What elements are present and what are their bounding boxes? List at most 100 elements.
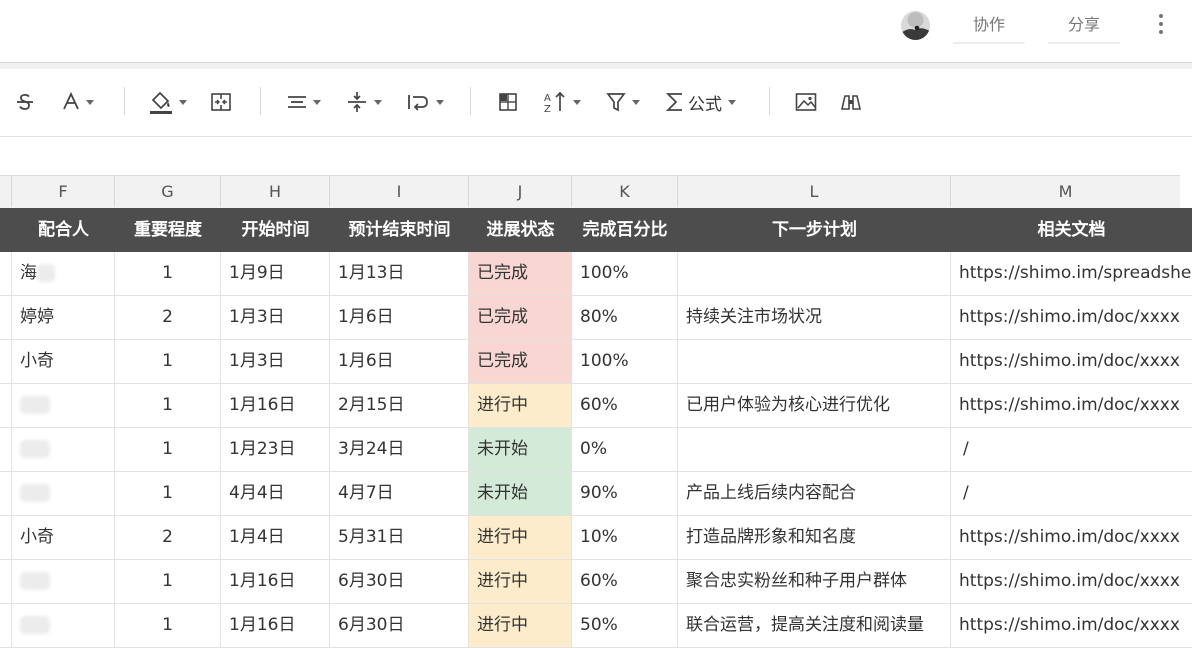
cell-person[interactable]: 小奇 [12, 516, 115, 559]
column-header[interactable]: M [951, 176, 1180, 207]
cell-doc-link[interactable]: https://shimo.im/doc/xxxx [951, 340, 1192, 383]
image-icon[interactable] [795, 89, 817, 115]
avatar[interactable] [901, 11, 930, 40]
cell-start-date[interactable]: 1月3日 [221, 296, 330, 339]
cell-start-date[interactable]: 1月23日 [221, 428, 330, 471]
cell-importance[interactable]: 1 [115, 340, 221, 383]
cell-end-date[interactable]: 6月30日 [330, 560, 469, 603]
cell-doc-link[interactable]: https://shimo.im/doc/xxxx [951, 296, 1192, 339]
cell-importance[interactable]: 2 [115, 516, 221, 559]
cell-status[interactable]: 未开始 [469, 472, 572, 515]
cell-end-date[interactable]: 4月7日 [330, 472, 469, 515]
fill-color-icon[interactable] [149, 89, 187, 115]
cell-person[interactable] [12, 604, 115, 647]
cell-doc-link[interactable]: https://shimo.im/doc/xxxx [951, 604, 1192, 647]
title-cell[interactable]: 配合人 [12, 208, 115, 252]
column-header[interactable]: K [572, 176, 678, 207]
cell-end-date[interactable]: 1月6日 [330, 296, 469, 339]
cell-person[interactable] [12, 428, 115, 471]
cell-percent[interactable]: 100% [572, 340, 678, 383]
cell-person[interactable] [12, 384, 115, 427]
cell-next-plan[interactable]: 持续关注市场状况 [678, 296, 951, 339]
cell-person[interactable]: 婷婷 [12, 296, 115, 339]
text-color-icon[interactable] [62, 89, 94, 115]
share-button[interactable]: 分享 [1048, 10, 1120, 44]
cell-percent[interactable]: 60% [572, 560, 678, 603]
cell-status[interactable]: 未开始 [469, 428, 572, 471]
cell-person[interactable]: 海 [12, 252, 115, 295]
column-header[interactable]: I [330, 176, 469, 207]
cell-percent[interactable]: 80% [572, 296, 678, 339]
cell-percent[interactable]: 50% [572, 604, 678, 647]
formula-button[interactable]: 公式 [666, 89, 736, 115]
binoculars-icon[interactable] [840, 89, 862, 115]
cell-start-date[interactable]: 1月16日 [221, 604, 330, 647]
cell-status[interactable]: 已完成 [469, 296, 572, 339]
column-header[interactable]: J [469, 176, 572, 207]
cell-end-date[interactable]: 2月15日 [330, 384, 469, 427]
cell-start-date[interactable]: 1月3日 [221, 340, 330, 383]
cell-end-date[interactable]: 6月30日 [330, 604, 469, 647]
cell-importance[interactable]: 1 [115, 472, 221, 515]
column-header[interactable]: G [115, 176, 221, 207]
title-cell[interactable]: 相关文档 [951, 208, 1192, 252]
title-cell[interactable]: 开始时间 [221, 208, 330, 252]
cell-end-date[interactable]: 1月6日 [330, 340, 469, 383]
formula-bar[interactable] [0, 137, 1192, 175]
title-cell[interactable]: 下一步计划 [678, 208, 951, 252]
cell-status[interactable]: 已完成 [469, 340, 572, 383]
cell-person[interactable]: 小奇 [12, 340, 115, 383]
cell-end-date[interactable]: 3月24日 [330, 428, 469, 471]
cell-percent[interactable]: 60% [572, 384, 678, 427]
cell-next-plan[interactable]: 已用户体验为核心进行优化 [678, 384, 951, 427]
cell-end-date[interactable]: 5月31日 [330, 516, 469, 559]
cell-doc-link[interactable]: https://shimo.im/spreadsheets/ [951, 252, 1192, 295]
cell-importance[interactable]: 1 [115, 384, 221, 427]
cell-start-date[interactable]: 4月4日 [221, 472, 330, 515]
align-center-icon[interactable] [287, 89, 321, 115]
column-header[interactable]: L [678, 176, 951, 207]
cell-next-plan[interactable] [678, 340, 951, 383]
cell-next-plan[interactable] [678, 252, 951, 295]
cell-next-plan[interactable]: 联合运营，提高关注度和阅读量 [678, 604, 951, 647]
cell-status[interactable]: 进行中 [469, 384, 572, 427]
cell-importance[interactable]: 1 [115, 252, 221, 295]
cell-start-date[interactable]: 1月16日 [221, 384, 330, 427]
title-cell[interactable]: 重要程度 [115, 208, 221, 252]
title-cell[interactable]: 完成百分比 [572, 208, 678, 252]
cell-end-date[interactable]: 1月13日 [330, 252, 469, 295]
vertical-align-icon[interactable] [346, 89, 382, 115]
cell-person[interactable] [12, 472, 115, 515]
cell-percent[interactable]: 100% [572, 252, 678, 295]
merge-cells-icon[interactable] [210, 89, 232, 115]
cell-importance[interactable]: 1 [115, 604, 221, 647]
cell-next-plan[interactable]: 产品上线后续内容配合 [678, 472, 951, 515]
cell-importance[interactable]: 1 [115, 560, 221, 603]
cell-status[interactable]: 进行中 [469, 560, 572, 603]
cell-doc-link[interactable]: https://shimo.im/doc/xxxx [951, 560, 1192, 603]
cell-percent[interactable]: 0% [572, 428, 678, 471]
cell-status[interactable]: 进行中 [469, 516, 572, 559]
column-header[interactable]: F [12, 176, 115, 207]
cell-start-date[interactable]: 1月16日 [221, 560, 330, 603]
cell-importance[interactable]: 1 [115, 428, 221, 471]
cell-doc-link[interactable]: https://shimo.im/doc/xxxx [951, 384, 1192, 427]
cell-percent[interactable]: 90% [572, 472, 678, 515]
cell-next-plan[interactable]: 打造品牌形象和知名度 [678, 516, 951, 559]
cell-percent[interactable]: 10% [572, 516, 678, 559]
title-cell[interactable]: 预计结束时间 [330, 208, 469, 252]
filter-icon[interactable] [606, 89, 640, 115]
cell-start-date[interactable]: 1月4日 [221, 516, 330, 559]
wrap-text-icon[interactable] [406, 89, 444, 115]
sort-icon[interactable]: AZ [543, 89, 581, 115]
title-cell[interactable]: 进展状态 [469, 208, 572, 252]
more-menu-icon[interactable] [1152, 12, 1170, 38]
cell-person[interactable] [12, 560, 115, 603]
collaborate-button[interactable]: 协作 [953, 10, 1025, 44]
strikethrough-icon[interactable] [14, 89, 36, 115]
cell-next-plan[interactable]: 聚合忠实粉丝和种子用户群体 [678, 560, 951, 603]
column-header[interactable]: H [221, 176, 330, 207]
cell-importance[interactable]: 2 [115, 296, 221, 339]
freeze-icon[interactable] [498, 89, 518, 115]
cell-start-date[interactable]: 1月9日 [221, 252, 330, 295]
